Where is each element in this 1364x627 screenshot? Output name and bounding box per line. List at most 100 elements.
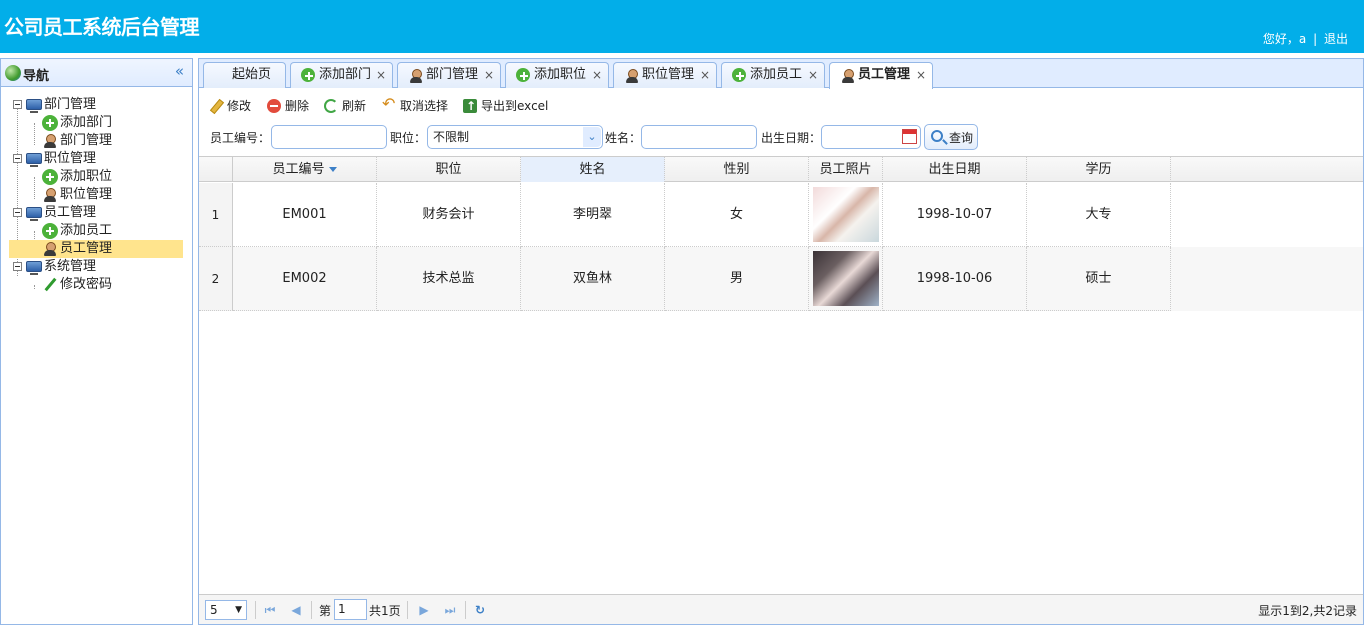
tab-label: 添加员工 [750, 67, 803, 82]
undo-icon [382, 95, 396, 113]
birth-date-input[interactable] [821, 125, 921, 149]
refresh-icon [324, 99, 338, 113]
divider [407, 601, 408, 619]
employee-grid: 员工编号 职位 姓名 性别 员工照片 出生日期 学历 1 EM001 财务会计 … [199, 156, 1363, 594]
tree-group-dept[interactable]: 部门管理 [9, 96, 183, 114]
table-row[interactable]: 1 EM001 财务会计 李明翠 女 1998-10-07 大专 [199, 183, 1363, 247]
cell-emp-no: EM002 [233, 247, 377, 311]
add-icon [516, 68, 530, 82]
column-header-name[interactable]: 姓名 [521, 157, 665, 182]
rownum-header [199, 157, 233, 182]
tree-item-label: 添加部门 [60, 115, 113, 130]
collapse-toggle-icon[interactable] [13, 154, 22, 163]
position-select[interactable]: 不限制 ⌄ [427, 125, 603, 149]
close-icon[interactable]: × [592, 63, 602, 87]
cell-gender: 男 [665, 247, 809, 311]
tab-label: 部门管理 [426, 67, 479, 82]
close-icon[interactable]: × [916, 63, 926, 87]
tree-group-system[interactable]: 系统管理 [9, 258, 183, 276]
query-button[interactable]: 查询 [924, 124, 978, 150]
column-header-label: 员工编号 [272, 162, 325, 177]
column-header-birth[interactable]: 出生日期 [883, 157, 1027, 182]
close-icon[interactable]: × [376, 63, 386, 87]
close-icon[interactable]: × [700, 63, 710, 87]
tree-item-employee-manage[interactable]: 员工管理 [9, 240, 183, 258]
nav-title: 导航 [23, 69, 50, 84]
reload-icon[interactable]: ↻ [472, 601, 488, 619]
page-size-select[interactable]: 5 ▼ [205, 600, 247, 620]
tab-add-employee[interactable]: 添加员工 × [721, 62, 825, 88]
tab-label: 添加职位 [534, 67, 587, 82]
cell-birth: 1998-10-06 [883, 247, 1027, 311]
tab-employee-manage[interactable]: 员工管理 × [829, 62, 933, 89]
edit-button-label: 修改 [227, 99, 252, 113]
search-bar: 员工编号： 职位： 不限制 ⌄ 姓名： 出生日期： 查询 [199, 124, 1363, 150]
divider [465, 601, 466, 619]
name-label: 姓名： [605, 131, 642, 145]
user-separator: | [1313, 32, 1318, 46]
emp-no-input[interactable] [271, 125, 387, 149]
page-number-input[interactable]: 1 [334, 599, 367, 620]
column-header-label: 姓名 [579, 162, 606, 177]
tree-item-dept-manage[interactable]: 部门管理 [9, 132, 183, 150]
tree-group-label: 部门管理 [44, 97, 97, 112]
tree-item-add-dept[interactable]: 添加部门 [9, 114, 183, 132]
name-input[interactable] [641, 125, 757, 149]
tab-add-dept[interactable]: 添加部门 × [290, 62, 393, 88]
export-excel-label: 导出到excel [481, 99, 549, 113]
tree-group-position[interactable]: 职位管理 [9, 150, 183, 168]
first-page-icon[interactable]: ⏮ [262, 601, 278, 619]
column-header-photo[interactable]: 员工照片 [809, 157, 883, 182]
cell-emp-no: EM001 [233, 183, 377, 247]
tab-add-position[interactable]: 添加职位 × [505, 62, 609, 88]
add-icon [732, 68, 746, 82]
tab-dept-manage[interactable]: 部门管理 × [397, 62, 501, 88]
collapse-icon[interactable]: « [175, 62, 184, 80]
page-prefix: 第 [319, 604, 332, 618]
chevron-down-icon[interactable]: ⌄ [583, 127, 601, 147]
prev-page-icon[interactable]: ◀ [288, 601, 304, 619]
logout-link[interactable]: 退出 [1324, 32, 1348, 46]
computer-icon [26, 261, 42, 275]
next-page-icon[interactable]: ▶ [416, 601, 432, 619]
user-icon [840, 68, 854, 83]
calendar-icon[interactable] [902, 129, 917, 144]
computer-icon [26, 99, 42, 113]
collapse-toggle-icon[interactable] [13, 100, 22, 109]
row-number: 1 [199, 183, 233, 247]
app-title: 公司员工系统后台管理 [4, 15, 200, 39]
cell-gender: 女 [665, 183, 809, 247]
tree-item-label: 修改密码 [60, 277, 113, 292]
close-icon[interactable]: × [808, 63, 818, 87]
delete-icon [267, 99, 281, 113]
column-header-label: 出生日期 [928, 162, 981, 177]
query-button-label: 查询 [949, 131, 974, 145]
column-header-position[interactable]: 职位 [377, 157, 521, 182]
tree-item-label: 添加员工 [60, 223, 113, 238]
tree-item-change-password[interactable]: 修改密码 [9, 276, 183, 294]
tree-item-add-position[interactable]: 添加职位 [9, 168, 183, 186]
user-icon [408, 68, 422, 83]
collapse-toggle-icon[interactable] [13, 208, 22, 217]
tree-group-employee[interactable]: 员工管理 [9, 204, 183, 222]
tree-item-add-employee[interactable]: 添加员工 [9, 222, 183, 240]
tab-label: 职位管理 [642, 67, 695, 82]
column-header-label: 学历 [1085, 162, 1112, 177]
collapse-toggle-icon[interactable] [13, 262, 22, 271]
last-page-icon[interactable]: ⏭ [442, 601, 458, 619]
tab-label: 员工管理 [858, 67, 911, 82]
tree-item-position-manage[interactable]: 职位管理 [9, 186, 183, 204]
table-row[interactable]: 2 EM002 技术总监 双鱼林 男 1998-10-06 硕士 [199, 247, 1363, 311]
column-header-education[interactable]: 学历 [1027, 157, 1171, 182]
nav-tree: 部门管理 添加部门 部门管理 职位管理 添加职位 职位管理 员工管理 添加员工 … [9, 96, 183, 294]
pagination-bar: 5 ▼ ⏮ ◀ 第 1 共1页 ▶ ⏭ ↻ 显示1到2,共2记录 [199, 594, 1363, 624]
column-header-emp-no[interactable]: 员工编号 [233, 157, 377, 182]
tab-home[interactable]: 起始页 [203, 62, 286, 88]
close-icon[interactable]: × [484, 63, 494, 87]
tab-position-manage[interactable]: 职位管理 × [613, 62, 717, 88]
export-icon [463, 97, 477, 115]
position-label: 职位： [390, 131, 427, 145]
page-total: 共1页 [369, 604, 401, 618]
column-header-gender[interactable]: 性别 [665, 157, 809, 182]
add-icon [301, 68, 315, 82]
